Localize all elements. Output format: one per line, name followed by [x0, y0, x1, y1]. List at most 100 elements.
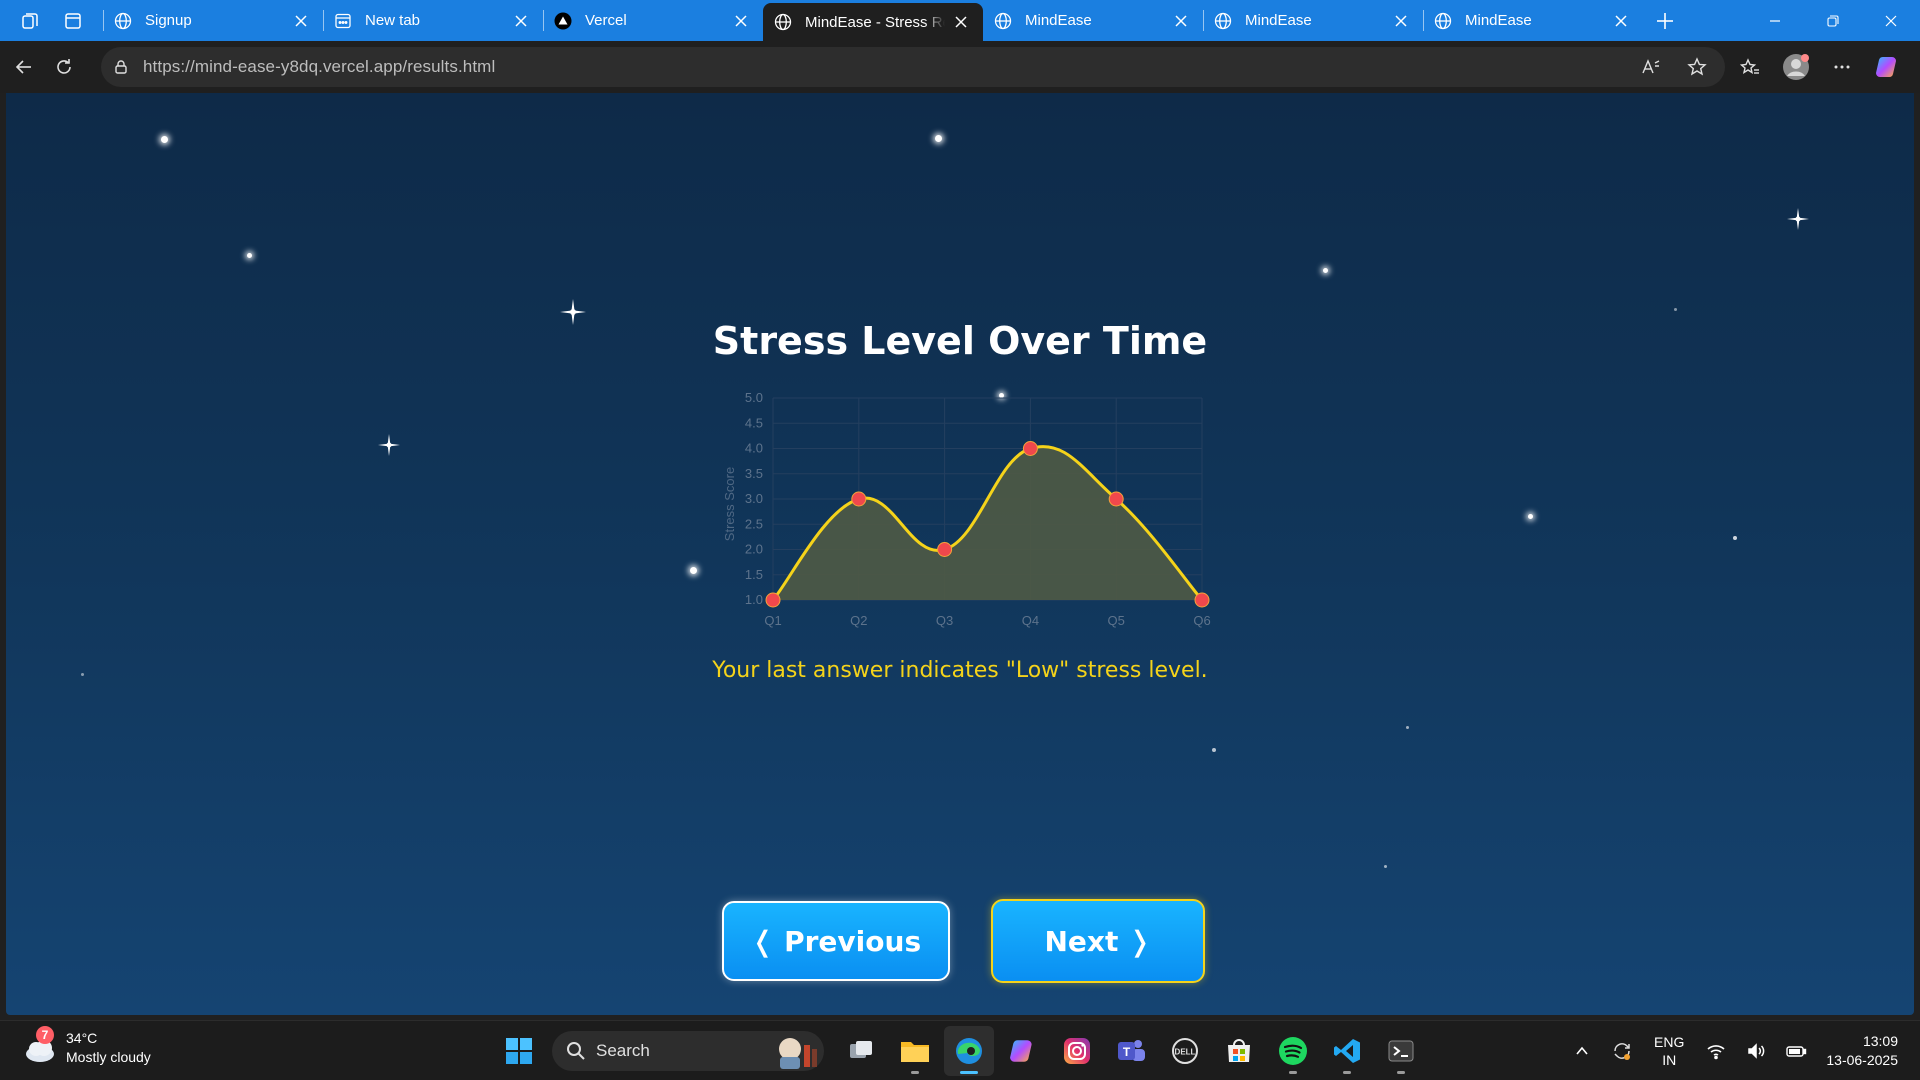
- y-axis-label: Stress Score: [722, 467, 737, 541]
- x-tick-label: Q6: [1193, 613, 1210, 628]
- vscode-icon[interactable]: [1322, 1026, 1372, 1076]
- previous-button[interactable]: ❬ Previous: [722, 901, 950, 981]
- edge-browser-icon[interactable]: [944, 1026, 994, 1076]
- clock-date: 13-06-2025: [1826, 1052, 1898, 1068]
- system-clock[interactable]: 13:09 13-06-2025: [1826, 1032, 1898, 1070]
- vertical-tabs-icon[interactable]: [58, 6, 88, 36]
- task-view-icon[interactable]: [836, 1026, 886, 1076]
- globe-icon: [773, 12, 793, 32]
- toolbar-right: [1730, 47, 1908, 87]
- tab-4[interactable]: MindEase: [983, 0, 1203, 41]
- new-tab-button[interactable]: [1643, 0, 1687, 41]
- tab-1[interactable]: New tab: [323, 0, 543, 41]
- lock-icon[interactable]: [111, 57, 131, 77]
- profile-avatar-icon[interactable]: [1776, 47, 1816, 87]
- more-options-icon[interactable]: [1822, 47, 1862, 87]
- tab-3-active[interactable]: MindEase - Stress Res: [763, 3, 983, 41]
- x-tick-labels: Q1 Q2 Q3 Q4 Q5 Q6: [764, 613, 1210, 628]
- star-decoration: [1733, 536, 1737, 540]
- tab-0[interactable]: Signup: [103, 0, 323, 41]
- data-point: [1194, 592, 1210, 608]
- y-tick-label: 2.5: [745, 516, 763, 531]
- weather-badge: 7: [36, 1026, 54, 1044]
- search-placeholder: Search: [596, 1041, 650, 1060]
- show-hidden-icons-chevron-icon[interactable]: [1562, 1031, 1602, 1071]
- newtab-icon: [333, 11, 353, 31]
- spotify-icon[interactable]: [1268, 1026, 1318, 1076]
- instagram-icon[interactable]: [1052, 1026, 1102, 1076]
- battery-icon[interactable]: [1776, 1031, 1816, 1071]
- file-explorer-icon[interactable]: [890, 1026, 940, 1076]
- address-bar[interactable]: https://mind-ease-y8dq.vercel.app/result…: [101, 47, 1725, 87]
- web-page: Stress Level Over Time Stress Score 1.0 1…: [6, 93, 1914, 1015]
- taskbar-search-input[interactable]: Search: [552, 1031, 824, 1071]
- windows-start-icon[interactable]: [494, 1026, 544, 1076]
- url-host: https://mind-ease-y8dq.vercel.app: [143, 57, 403, 76]
- tab-6[interactable]: MindEase: [1423, 0, 1643, 41]
- cloud-icon: 7: [22, 1026, 58, 1066]
- close-icon[interactable]: [291, 11, 311, 31]
- data-point: [1108, 491, 1124, 507]
- star-decoration: [1212, 748, 1216, 752]
- page-title: Stress Level Over Time: [712, 319, 1208, 363]
- favorite-star-icon[interactable]: [1677, 47, 1717, 87]
- read-aloud-icon[interactable]: [1631, 47, 1671, 87]
- svg-text:DELL: DELL: [1175, 1048, 1196, 1057]
- data-point: [1022, 441, 1038, 456]
- y-tick-label: 4.5: [745, 415, 763, 430]
- globe-icon: [113, 11, 133, 31]
- y-tick-labels: 1.0 1.5 2.0 2.5 3.0 3.5 4.0 4.5 5.0: [745, 390, 763, 607]
- x-tick-label: Q5: [1108, 613, 1125, 628]
- tab-title: MindEase: [1025, 12, 1092, 29]
- workspaces-icon[interactable]: [15, 6, 45, 36]
- minimize-icon[interactable]: [1746, 0, 1804, 41]
- y-tick-label: 5.0: [745, 390, 763, 405]
- star-decoration: [247, 253, 252, 258]
- window-controls: [1746, 0, 1920, 41]
- close-window-icon[interactable]: [1862, 0, 1920, 41]
- tab-5[interactable]: MindEase: [1203, 0, 1423, 41]
- next-button[interactable]: Next ❭: [991, 899, 1205, 983]
- close-icon[interactable]: [951, 12, 971, 32]
- star-decoration: [935, 135, 942, 142]
- sync-icon[interactable]: [1602, 1031, 1642, 1071]
- star-decoration: [1674, 308, 1677, 311]
- close-icon[interactable]: [731, 11, 751, 31]
- dell-icon[interactable]: DELL: [1160, 1026, 1210, 1076]
- tab-title: Signup: [145, 12, 192, 29]
- teams-icon[interactable]: T: [1106, 1026, 1156, 1076]
- tab-title: MindEase: [1245, 12, 1312, 29]
- refresh-icon[interactable]: [44, 47, 84, 87]
- restore-icon[interactable]: [1804, 0, 1862, 41]
- tab-strip: Signup New tab Vercel MindEase - Stress …: [0, 0, 1920, 41]
- language-line1: ENG: [1654, 1034, 1685, 1050]
- globe-icon: [993, 11, 1013, 31]
- vercel-icon: [553, 11, 573, 31]
- star-decoration: [1323, 268, 1328, 273]
- close-icon[interactable]: [1391, 11, 1411, 31]
- star-decoration: [1406, 726, 1409, 729]
- search-icon: [567, 1042, 585, 1060]
- url-text: https://mind-ease-y8dq.vercel.app/result…: [143, 57, 495, 77]
- weather-widget[interactable]: 7 34°C Mostly cloudy: [22, 1026, 151, 1067]
- close-icon[interactable]: [511, 11, 531, 31]
- wifi-icon[interactable]: [1696, 1031, 1736, 1071]
- x-tick-label: Q4: [1022, 613, 1039, 628]
- microsoft-store-icon[interactable]: [1214, 1026, 1264, 1076]
- back-icon[interactable]: [4, 47, 44, 87]
- volume-icon[interactable]: [1736, 1031, 1776, 1071]
- close-icon[interactable]: [1611, 11, 1631, 31]
- copilot-icon[interactable]: [1868, 47, 1908, 87]
- favorites-icon[interactable]: [1730, 47, 1770, 87]
- close-icon[interactable]: [1171, 11, 1191, 31]
- taskbar-apps: Search T DELL: [494, 1026, 1426, 1076]
- plus-icon: [1657, 12, 1673, 29]
- copilot-app-icon[interactable]: [998, 1026, 1048, 1076]
- terminal-icon[interactable]: [1376, 1026, 1426, 1076]
- sparkle-star-decoration: [1787, 208, 1809, 230]
- windows-taskbar: 7 34°C Mostly cloudy Search T DELL ENG I…: [0, 1020, 1920, 1080]
- tab-2[interactable]: Vercel: [543, 0, 763, 41]
- language-indicator[interactable]: ENG IN: [1654, 1033, 1684, 1069]
- sparkle-star-decoration: [378, 434, 400, 456]
- chart-area-fill: [773, 446, 1202, 600]
